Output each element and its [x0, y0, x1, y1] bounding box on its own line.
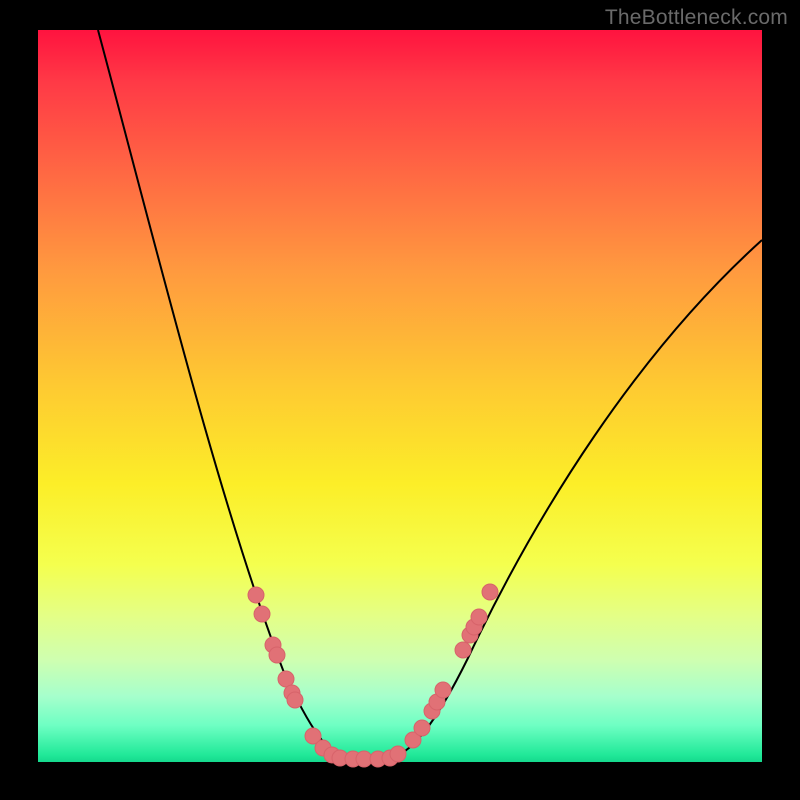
data-marker — [482, 584, 498, 600]
data-marker — [269, 647, 285, 663]
data-marker — [287, 692, 303, 708]
data-marker — [414, 720, 430, 736]
data-marker — [254, 606, 270, 622]
data-marker — [248, 587, 264, 603]
plot-area — [38, 30, 762, 762]
chart-frame: TheBottleneck.com — [0, 0, 800, 800]
data-marker — [455, 642, 471, 658]
watermark-text: TheBottleneck.com — [605, 6, 788, 30]
v-curve-path — [98, 30, 762, 759]
data-marker — [390, 746, 406, 762]
data-marker — [435, 682, 451, 698]
data-marker — [471, 609, 487, 625]
marker-group — [248, 584, 498, 767]
chart-svg — [38, 30, 762, 762]
